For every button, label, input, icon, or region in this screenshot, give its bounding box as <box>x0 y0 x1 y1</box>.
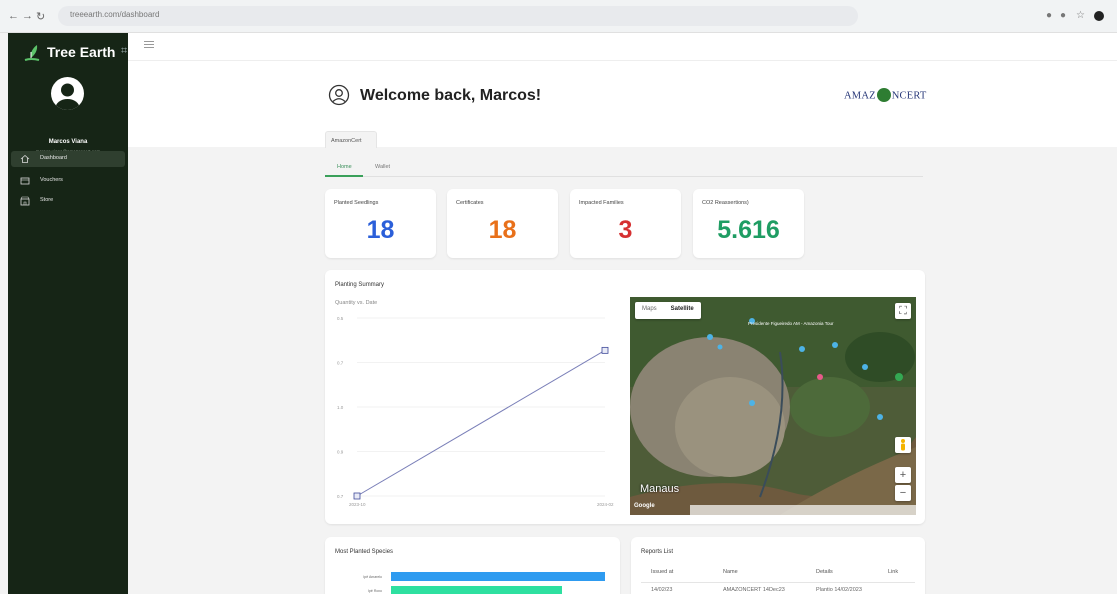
stat-card-planted-seedlings: Planted Seedlings 18 <box>325 189 436 258</box>
y-tick-label: 0.7 <box>337 494 344 499</box>
planting-summary-card: Planting Summary Quantity vs. Date 0.5 0.… <box>325 270 925 524</box>
tab-home[interactable]: Home <box>337 164 352 170</box>
zoom-out-button[interactable]: − <box>895 485 911 501</box>
stat-label: Planted Seedlings <box>334 200 379 206</box>
map-city-label: Manaus <box>640 483 680 495</box>
stat-value: 3 <box>618 216 633 244</box>
zoom-in-button[interactable]: + <box>895 467 911 483</box>
user-avatar-icon <box>55 83 80 110</box>
stat-label: Certificates <box>456 200 484 206</box>
sidebar-item-vouchers[interactable]: Vouchers <box>11 173 125 189</box>
tab-amazoncert[interactable]: AmazonCert <box>325 131 377 148</box>
sidebar-item-store[interactable]: Store <box>11 193 125 209</box>
user-name: Marcos Viana <box>48 139 88 145</box>
stat-card-certificates: Certificates 18 <box>447 189 558 258</box>
y-tick-label: 1.0 <box>337 405 344 410</box>
fullscreen-icon[interactable]: ⛶ <box>895 303 911 319</box>
cell-details: Plantio 14/02/2023 <box>816 587 862 593</box>
map-type-satellite-button[interactable]: Satellite <box>664 302 701 316</box>
y-tick-label: 0.9 <box>337 450 344 455</box>
bar-label: Ipê Roxo <box>367 589 382 593</box>
welcome-header: Welcome back, Marcos! AMAZ NCERT AmazonCe… <box>128 61 1117 148</box>
chart-subtitle: Quantity vs. Date <box>335 300 377 306</box>
column-header: Issued at <box>651 569 674 575</box>
species-bar <box>391 572 605 581</box>
extension-icon[interactable]: ● <box>1046 10 1052 21</box>
species-bar <box>391 586 563 594</box>
cell-name: AMAZONCERT 14Dec23 <box>723 587 785 593</box>
top-bar <box>128 33 1117 61</box>
cell-issued: 14/02/23 <box>651 587 673 593</box>
sidebar-item-label: Dashboard <box>40 155 67 161</box>
column-header: Name <box>723 569 738 575</box>
map-place-label: Presidente Figueiredo AM - Amazonia Tour <box>748 321 834 326</box>
home-icon <box>20 154 30 163</box>
company-logo-left: AMAZ <box>844 90 876 102</box>
map-type-control: Maps Satellite <box>635 302 701 319</box>
collapse-sidebar-icon[interactable]: ⌗ <box>121 45 127 58</box>
sidebar-item-dashboard[interactable]: Dashboard <box>11 151 125 167</box>
stat-card-co2: CO2 Reassertions) 5.616 <box>693 189 804 258</box>
extension-icon[interactable]: ● <box>1060 10 1066 21</box>
browser-toolbar: ← → ↻ treeearth.com/dashboard ● ● ☆ <box>0 0 1117 33</box>
stat-card-impacted-families: Impacted Families 3 <box>570 189 681 258</box>
tab-wallet[interactable]: Wallet <box>375 164 390 170</box>
map[interactable]: Presidente Figueiredo AM - Amazonia Tour… <box>630 297 916 515</box>
quantity-line-chart: Quantity vs. Date 0.5 0.7 1.0 0.9 0.7 2023-10… <box>335 300 614 507</box>
reload-icon[interactable]: ↻ <box>36 10 45 23</box>
sidebar: Tree Earth ⌗ Marcos Viana marcos.viana@a… <box>8 33 128 594</box>
google-logo: Google <box>634 503 655 509</box>
app-logo[interactable]: Tree Earth ⌗ <box>18 39 128 65</box>
voucher-icon <box>20 177 30 185</box>
company-tab-label: AmazonCert <box>331 138 362 144</box>
data-point <box>353 492 361 500</box>
map-type-map-button[interactable]: Maps <box>635 302 664 316</box>
url-text: treeearth.com/dashboard <box>70 10 160 19</box>
sidebar-item-label: Store <box>40 197 54 203</box>
column-header: Details <box>816 569 833 575</box>
x-tick-label: 2023-10 <box>349 502 366 507</box>
table-divider <box>641 582 915 583</box>
series-line <box>356 349 606 497</box>
stat-value: 18 <box>488 216 517 244</box>
star-icon[interactable]: ☆ <box>1076 10 1085 21</box>
address-bar[interactable]: treeearth.com/dashboard <box>58 6 858 26</box>
bar-label: Ipê Amarelo <box>363 575 382 579</box>
card-title: Planting Summary <box>335 282 385 288</box>
avatar <box>51 77 84 110</box>
company-logo: AMAZ NCERT <box>844 88 927 103</box>
menu-icon[interactable] <box>144 41 154 49</box>
sidebar-item-label: Vouchers <box>40 177 63 183</box>
reports-card: Reports List Issued at Name Details Link… <box>631 537 925 594</box>
street-view-icon <box>901 439 905 451</box>
active-tab-indicator <box>325 175 363 177</box>
y-tick-label: 0.5 <box>337 316 344 321</box>
forward-icon[interactable]: → <box>22 10 33 22</box>
back-icon[interactable]: ← <box>8 10 19 22</box>
user-circle-icon <box>328 84 350 106</box>
x-tick-label: 2024-02 <box>597 502 614 507</box>
y-tick-label: 0.7 <box>337 361 344 366</box>
stat-value: 5.616 <box>717 216 780 244</box>
column-header: Link <box>888 569 899 575</box>
card-title: Most Planted Species <box>335 549 394 555</box>
species-card: Most Planted Species Ipê Amarelo Ipê Rox… <box>325 537 620 594</box>
page-title: Welcome back, Marcos! <box>360 87 542 104</box>
dashboard-tabs: Home Wallet <box>325 157 923 177</box>
stat-value: 18 <box>366 216 395 244</box>
globe-icon <box>876 88 891 102</box>
map-attribution <box>690 505 916 515</box>
store-icon <box>20 196 30 206</box>
data-point <box>601 346 609 354</box>
pegman-icon[interactable] <box>895 437 911 453</box>
profile-icon[interactable] <box>1094 11 1104 21</box>
stat-label: CO2 Reassertions) <box>702 200 749 206</box>
app-name: Tree Earth <box>47 44 116 60</box>
card-title: Reports List <box>641 549 674 555</box>
tree-logo-icon <box>24 45 40 61</box>
stat-label: Impacted Families <box>579 200 624 206</box>
company-logo-right: NCERT <box>891 90 927 102</box>
